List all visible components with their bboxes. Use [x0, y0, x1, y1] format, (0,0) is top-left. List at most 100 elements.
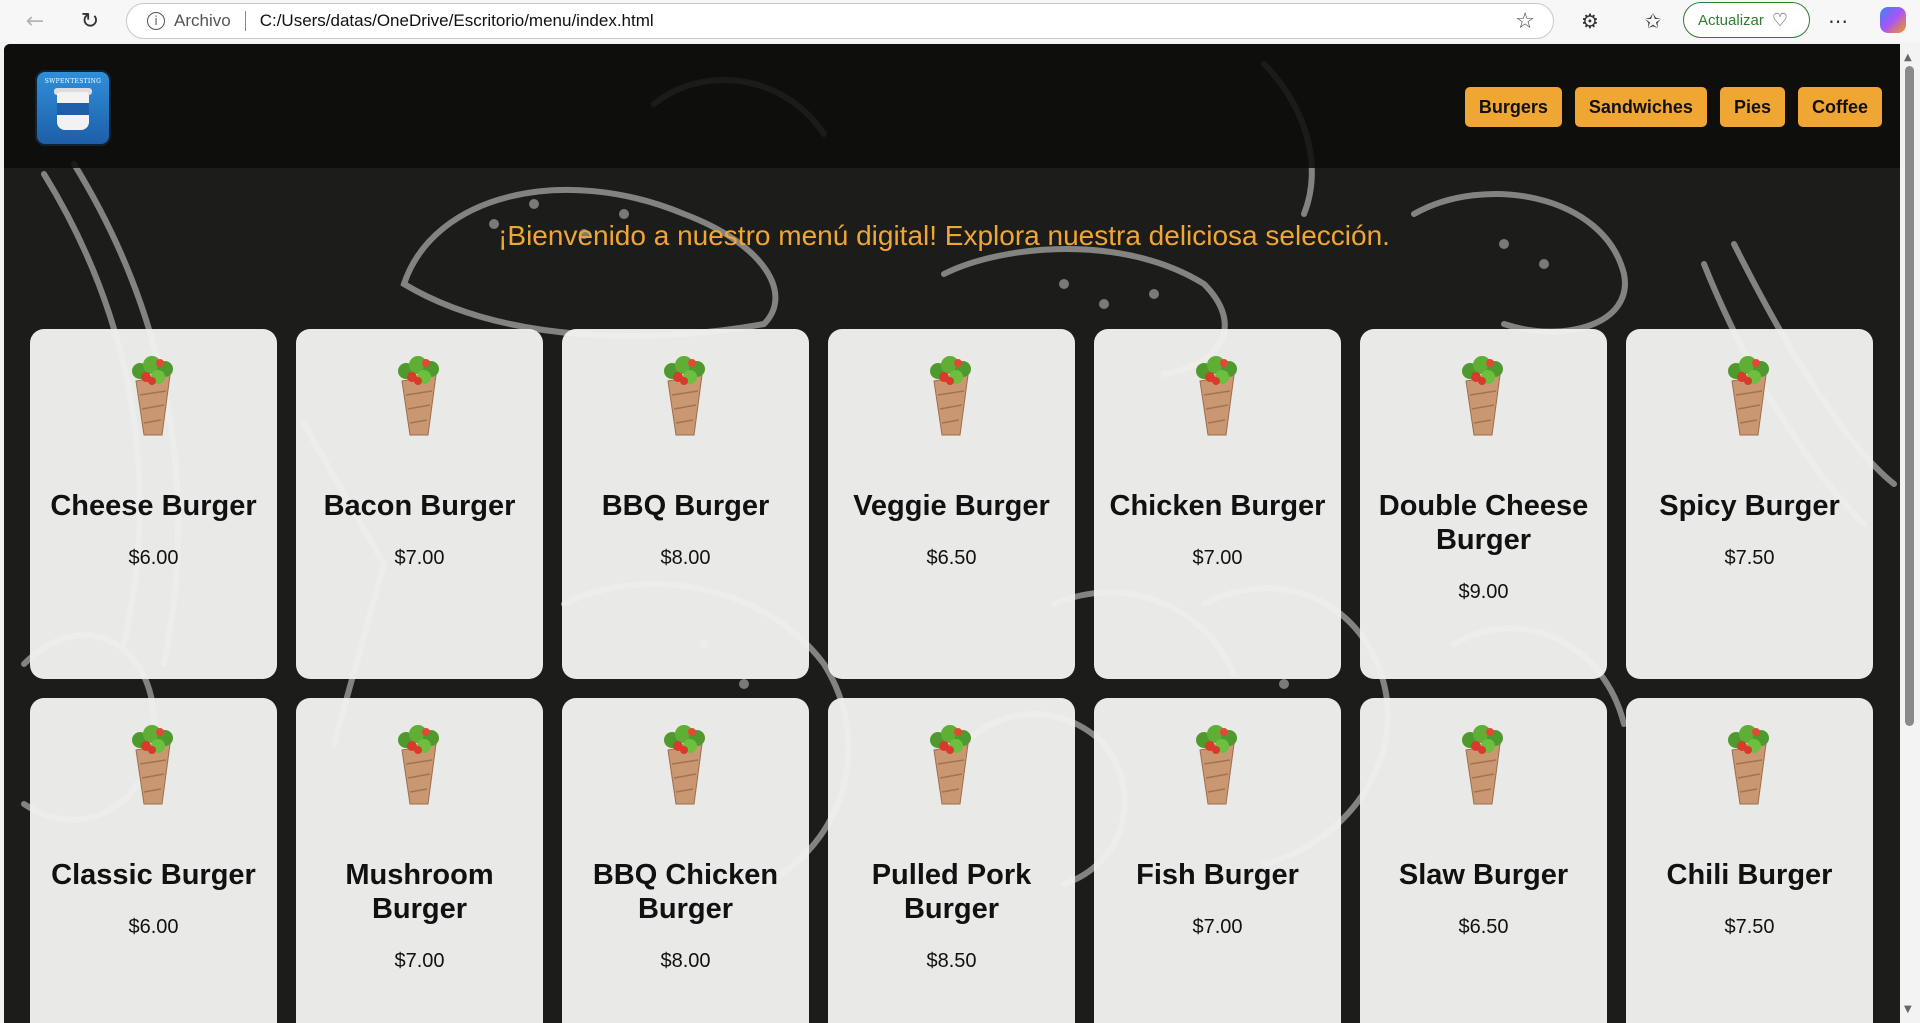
menu-card[interactable]: BBQ Chicken Burger $8.00 — [562, 698, 809, 1023]
category-nav: Burgers Sandwiches Pies Coffee — [1464, 87, 1882, 127]
wrap-image — [662, 355, 708, 439]
menu-card[interactable]: Chicken Burger $7.00 — [1094, 329, 1341, 679]
menu-item-name: Pulled Pork Burger $8.50 — [838, 858, 1065, 978]
scroll-down-icon[interactable]: ▼ — [1904, 1004, 1912, 1015]
wrap-image — [1194, 724, 1240, 808]
nav-sandwiches[interactable]: Sandwiches — [1574, 87, 1707, 127]
menu-item-name: Mushroom Burger $7.00 — [306, 858, 533, 978]
refresh-icon[interactable]: ↻ — [70, 3, 110, 39]
menu-card[interactable]: Bacon Burger $7.00 — [296, 329, 543, 679]
welcome-message: ¡Bienvenido a nuestro menú digital! Expl… — [498, 220, 1390, 251]
menu-card[interactable]: Double Cheese Burger $9.00 — [1360, 329, 1607, 679]
health-icon: ♡ — [1771, 9, 1788, 31]
menu-item-name: Chicken Burger $7.00 — [1104, 489, 1331, 575]
menu-item-title: Cheese Burger — [50, 490, 257, 522]
menu-grid: Cheese Burger $6.00 Bacon Burger $7.00 BBQ B… — [30, 329, 1873, 1023]
menu-card[interactable]: Mushroom Burger $7.00 — [296, 698, 543, 1023]
menu-item-name: Fish Burger $7.00 — [1104, 858, 1331, 944]
update-label: Actualizar — [1698, 11, 1764, 29]
menu-item-name: BBQ Chicken Burger $8.00 — [572, 858, 799, 978]
extensions-icon[interactable]: ⚙ — [1573, 4, 1607, 38]
menu-item-title: Fish Burger — [1136, 859, 1299, 891]
menu-item-price: $7.50 — [1724, 916, 1775, 938]
wrap-image — [928, 355, 974, 439]
menu-item-name: BBQ Burger $8.00 — [572, 489, 799, 575]
menu-card[interactable]: Spicy Burger $7.50 — [1626, 329, 1873, 679]
url-text[interactable]: C:/Users/datas/OneDrive/Escritorio/menu/… — [260, 11, 654, 31]
logo[interactable]: SWPENTESTING — [37, 72, 109, 144]
menu-item-title: Bacon Burger — [323, 490, 516, 522]
menu-item-title: Chili Burger — [1666, 859, 1833, 891]
wrap-image — [1726, 355, 1772, 439]
menu-card[interactable]: Veggie Burger $6.50 — [828, 329, 1075, 679]
menu-item-price: $7.00 — [1192, 547, 1243, 569]
wrap-image — [130, 355, 176, 439]
menu-item-name: Chili Burger $7.50 — [1636, 858, 1863, 944]
nav-burgers[interactable]: Burgers — [1464, 87, 1562, 127]
menu-item-name: Double Cheese Burger $9.00 — [1370, 489, 1597, 609]
menu-item-price: $7.00 — [394, 950, 445, 972]
site-header: SWPENTESTING Burgers Sandwiches Pies Cof… — [4, 44, 1900, 168]
more-icon[interactable]: ⋯ — [1821, 4, 1855, 38]
menu-card[interactable]: Classic Burger $6.00 — [30, 698, 277, 1023]
wrap-image — [130, 724, 176, 808]
update-button[interactable]: Actualizar ♡ — [1683, 2, 1810, 38]
menu-item-price: $7.50 — [1724, 547, 1775, 569]
menu-item-title: Pulled Pork Burger — [871, 859, 1032, 925]
menu-item-title: Veggie Burger — [853, 490, 1050, 522]
page-viewport: SWPENTESTING Burgers Sandwiches Pies Cof… — [4, 44, 1900, 1023]
menu-item-name: Veggie Burger $6.50 — [838, 489, 1065, 575]
wrap-image — [1460, 355, 1506, 439]
menu-item-price: $8.00 — [660, 547, 711, 569]
star-icon[interactable]: ☆ — [1515, 9, 1535, 34]
menu-card[interactable]: Cheese Burger $6.00 — [30, 329, 277, 679]
site-info-label[interactable]: Archivo — [174, 11, 231, 31]
address-bar[interactable]: i Archivo C:/Users/datas/OneDrive/Escrit… — [126, 3, 1554, 39]
menu-item-price: $6.50 — [1458, 916, 1509, 938]
menu-item-name: Classic Burger $6.00 — [40, 858, 267, 944]
menu-item-price: $6.00 — [128, 547, 179, 569]
menu-item-name: Cheese Burger $6.00 — [40, 489, 267, 575]
menu-card[interactable]: Chili Burger $7.50 — [1626, 698, 1873, 1023]
menu-item-price: $9.00 — [1458, 581, 1509, 603]
scroll-up-icon[interactable]: ▲ — [1904, 52, 1912, 63]
menu-item-price: $6.00 — [128, 916, 179, 938]
menu-card[interactable]: Pulled Pork Burger $8.50 — [828, 698, 1075, 1023]
menu-item-title: Chicken Burger — [1109, 490, 1326, 522]
favorites-icon[interactable]: ✩ — [1636, 4, 1670, 38]
wrap-image — [662, 724, 708, 808]
menu-item-price: $7.00 — [394, 547, 445, 569]
logo-text: SWPENTESTING — [44, 78, 102, 85]
menu-card[interactable]: BBQ Burger $8.00 — [562, 329, 809, 679]
menu-item-title: BBQ Chicken Burger — [592, 859, 779, 925]
nav-coffee[interactable]: Coffee — [1797, 87, 1882, 127]
menu-card[interactable]: Fish Burger $7.00 — [1094, 698, 1341, 1023]
menu-item-title: Slaw Burger — [1398, 859, 1569, 891]
wrap-image — [396, 355, 442, 439]
copilot-icon[interactable] — [1880, 7, 1906, 33]
page-scrollbar[interactable]: ▲ ▼ — [1900, 44, 1920, 1023]
wrap-image — [1726, 724, 1772, 808]
wrap-image — [928, 724, 974, 808]
wrap-image — [1194, 355, 1240, 439]
address-separator — [244, 11, 246, 31]
back-arrow-icon[interactable]: ← — [15, 3, 55, 39]
info-icon[interactable]: i — [147, 12, 165, 30]
menu-item-title: Double Cheese Burger — [1378, 490, 1589, 556]
menu-item-name: Spicy Burger $7.50 — [1636, 489, 1863, 575]
menu-item-title: Classic Burger — [51, 859, 256, 891]
menu-item-price: $8.00 — [660, 950, 711, 972]
browser-toolbar: ← ↻ i Archivo C:/Users/datas/OneDrive/Es… — [0, 0, 1920, 42]
nav-pies[interactable]: Pies — [1719, 87, 1785, 127]
menu-item-price: $7.00 — [1192, 916, 1243, 938]
menu-item-title: BBQ Burger — [601, 490, 770, 522]
menu-item-name: Slaw Burger $6.50 — [1370, 858, 1597, 944]
scroll-thumb[interactable] — [1905, 66, 1914, 726]
menu-item-name: Bacon Burger $7.00 — [306, 489, 533, 575]
wrap-image — [1460, 724, 1506, 808]
wrap-image — [396, 724, 442, 808]
menu-item-price: $8.50 — [926, 950, 977, 972]
menu-card[interactable]: Slaw Burger $6.50 — [1360, 698, 1607, 1023]
menu-item-title: Mushroom Burger — [345, 859, 494, 925]
menu-item-title: Spicy Burger — [1659, 490, 1840, 522]
